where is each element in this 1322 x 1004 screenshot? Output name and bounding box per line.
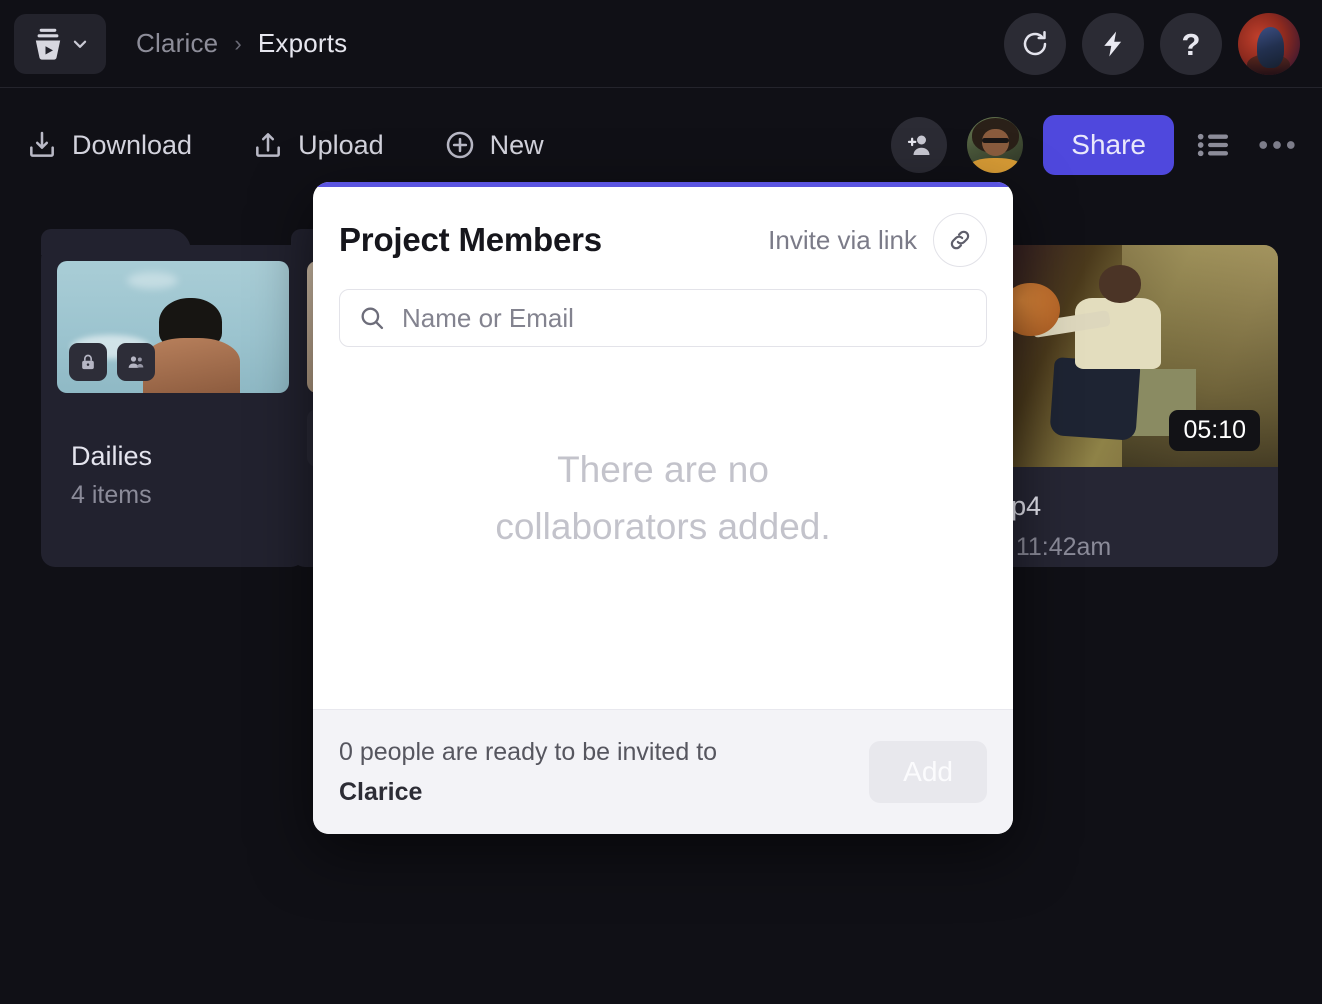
chevron-down-icon (71, 35, 89, 53)
empty-state-message: There are no collaborators added. (495, 441, 830, 556)
folder-badges (69, 343, 155, 381)
breadcrumb-current[interactable]: Exports (258, 28, 348, 59)
modal-body: There are no collaborators added. (313, 347, 1013, 709)
frameio-logo-icon (31, 26, 65, 62)
people-icon (126, 352, 146, 372)
collaborator-avatar[interactable] (967, 117, 1023, 173)
breadcrumb-root[interactable]: Clarice (136, 28, 218, 59)
empty-state-line-2: collaborators added. (495, 498, 830, 555)
folder-thumbnail (57, 261, 289, 393)
upload-label: Upload (298, 130, 384, 161)
folder-card-dailies[interactable]: Dailies 4 items (41, 245, 305, 567)
footer-invite-count-text: 0 people are ready to be invited to (339, 732, 717, 772)
upload-icon (252, 129, 284, 161)
new-label: New (490, 130, 544, 161)
top-bar: Clarice › Exports ? (0, 0, 1322, 88)
modal-footer: 0 people are ready to be invited to Clar… (313, 709, 1013, 834)
refresh-icon (1020, 29, 1050, 59)
download-label: Download (72, 130, 192, 161)
app-window: Clarice › Exports ? (0, 0, 1322, 1004)
search-input[interactable] (402, 303, 968, 334)
lock-icon (78, 352, 98, 372)
copy-link-button[interactable] (933, 213, 987, 267)
user-avatar[interactable] (1238, 13, 1300, 75)
modal-header: Project Members Invite via link (313, 187, 1013, 267)
modal-title: Project Members (339, 221, 602, 259)
top-bar-actions: ? (1004, 0, 1300, 88)
download-button[interactable]: Download (22, 123, 196, 167)
plus-circle-icon (444, 129, 476, 161)
lightning-icon (1098, 29, 1128, 59)
folder-subtitle: 4 items (71, 481, 152, 510)
download-icon (26, 129, 58, 161)
add-button[interactable]: Add (869, 741, 987, 803)
list-view-icon[interactable] (1194, 125, 1234, 165)
breadcrumb-separator-icon: › (234, 31, 242, 57)
search-box[interactable] (339, 289, 987, 347)
avatar-shirt (971, 158, 1020, 173)
lightning-button[interactable] (1082, 13, 1144, 75)
add-person-icon (904, 130, 934, 160)
invite-via-link-button[interactable]: Invite via link (768, 225, 917, 256)
footer-project-name: Clarice (339, 772, 717, 812)
scene-torso (1075, 298, 1161, 369)
app-logo-button[interactable] (14, 14, 106, 74)
video-duration-badge: 05:10 (1169, 410, 1260, 451)
new-button[interactable]: New (440, 123, 548, 167)
footer-summary: 0 people are ready to be invited to Clar… (339, 732, 717, 812)
avatar-glasses (982, 138, 1009, 143)
upload-button[interactable]: Upload (248, 123, 388, 167)
person-shape (143, 338, 240, 393)
people-badge[interactable] (117, 343, 155, 381)
search-icon (358, 304, 386, 332)
project-members-modal: Project Members Invite via link (313, 182, 1013, 834)
lock-badge[interactable] (69, 343, 107, 381)
cloud-shape (127, 272, 178, 289)
more-options-icon[interactable] (1254, 125, 1300, 165)
scene-head (1099, 265, 1142, 303)
add-person-button[interactable] (891, 117, 947, 173)
modal-header-actions: Invite via link (768, 213, 987, 267)
question-mark-icon: ? (1182, 29, 1201, 60)
folder-title: Dailies (71, 441, 152, 472)
empty-state-line-1: There are no (495, 441, 830, 498)
breadcrumb: Clarice › Exports (136, 28, 347, 59)
scene-legs (1049, 358, 1140, 441)
refresh-button[interactable] (1004, 13, 1066, 75)
folder-tab (41, 229, 191, 255)
share-button[interactable]: Share (1043, 115, 1174, 175)
help-button[interactable]: ? (1160, 13, 1222, 75)
link-icon (947, 227, 973, 253)
search-section (313, 267, 1013, 347)
